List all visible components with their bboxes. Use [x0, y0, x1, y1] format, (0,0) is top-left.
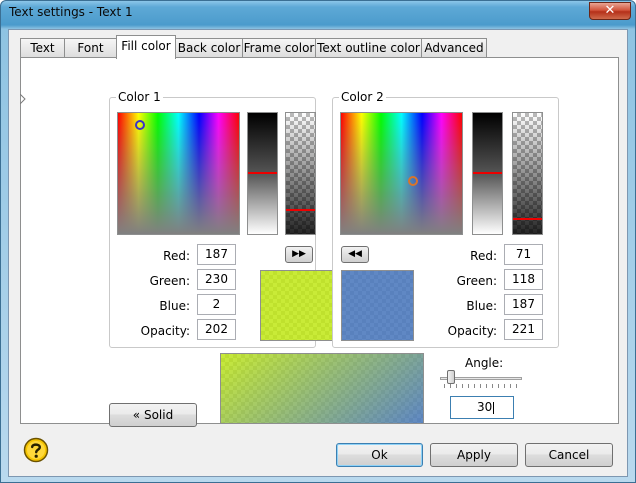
color1-picker-marker[interactable]	[135, 120, 145, 130]
color2-opacity-input[interactable]: 221	[504, 319, 543, 340]
tab-text-outline-color[interactable]: Text outline color	[315, 38, 422, 58]
color1-red-label: Red:	[163, 249, 190, 263]
angle-label: Angle:	[465, 356, 504, 370]
gradient-preview	[220, 353, 424, 424]
double-right-arrow-icon: ▶▶	[292, 249, 306, 259]
tab-advanced[interactable]: Advanced	[421, 38, 487, 58]
gradient-preview-fill	[221, 354, 423, 423]
tab-back-color[interactable]: Back color	[175, 38, 243, 58]
color2-title: Color 2	[339, 90, 386, 104]
color2-opacity-indicator[interactable]	[513, 218, 542, 220]
cancel-button[interactable]: Cancel	[525, 443, 613, 467]
color2-spectrum-picker[interactable]	[340, 112, 463, 235]
text-caret	[493, 401, 495, 414]
title-bar[interactable]: Text settings - Text 1 ✕	[1, 1, 635, 27]
fill-color-panel: Color 1 Red: 187 Green: 230 Blue: 2 Opac…	[20, 57, 619, 427]
color2-red-label: Red:	[470, 249, 497, 263]
close-icon: ✕	[604, 3, 616, 18]
color2-opacity-bar[interactable]	[512, 112, 543, 235]
color1-spectrum-picker[interactable]	[117, 112, 240, 235]
color2-picker-marker[interactable]	[408, 176, 418, 186]
angle-slider-thumb[interactable]	[447, 370, 455, 384]
color2-opacity-label: Opacity:	[447, 324, 497, 338]
copy-to-color1-button[interactable]: ◀◀	[341, 246, 369, 263]
dialog-window: Text settings - Text 1 ✕ Text Font Fill …	[0, 0, 636, 483]
window-title: Text settings - Text 1	[9, 5, 133, 19]
tab-fill-color[interactable]: Fill color	[116, 35, 176, 59]
color1-blue-label: Blue:	[159, 299, 190, 313]
color1-green-input[interactable]: 230	[197, 269, 236, 290]
tab-frame-color[interactable]: Frame color	[242, 38, 316, 58]
color1-blue-input[interactable]: 2	[197, 294, 236, 315]
color1-opacity-bar[interactable]	[285, 112, 316, 235]
color1-opacity-input[interactable]: 202	[197, 319, 236, 340]
color2-blue-input[interactable]: 187	[504, 294, 543, 315]
double-left-arrow-icon: ◀◀	[348, 249, 362, 259]
tab-font[interactable]: Font	[64, 38, 117, 58]
color1-brightness-indicator[interactable]	[248, 172, 277, 174]
close-button[interactable]: ✕	[589, 2, 631, 20]
color1-swatch-fill	[261, 271, 332, 340]
ok-button[interactable]: Ok	[336, 443, 423, 467]
dialog-client-area: Text Font Fill color Back color Frame co…	[8, 29, 628, 477]
color1-brightness-bar[interactable]	[247, 112, 278, 235]
color2-green-input[interactable]: 118	[504, 269, 543, 290]
color2-blue-label: Blue:	[466, 299, 497, 313]
color2-group: Color 2 ◀◀ Red: 71 Green: 118 Blue: 187 …	[332, 90, 559, 348]
copy-to-color2-button[interactable]: ▶▶	[285, 246, 313, 263]
color2-brightness-indicator[interactable]	[473, 172, 502, 174]
color1-title: Color 1	[116, 90, 163, 104]
color2-swatch-fill	[342, 271, 413, 340]
color2-green-label: Green:	[456, 274, 497, 288]
color1-red-input[interactable]: 187	[197, 244, 236, 265]
angle-input[interactable]: 30	[450, 396, 514, 419]
color2-swatch	[341, 270, 414, 341]
color1-swatch	[260, 270, 333, 341]
color2-brightness-bar[interactable]	[472, 112, 503, 235]
color1-opacity-label: Opacity:	[140, 324, 190, 338]
angle-slider-ticks	[444, 384, 520, 388]
color2-red-input[interactable]: 71	[504, 244, 543, 265]
help-question-icon[interactable]	[23, 437, 49, 463]
tab-text[interactable]: Text	[20, 38, 65, 58]
apply-button[interactable]: Apply	[430, 443, 518, 467]
angle-input-value: 30	[477, 400, 493, 414]
color1-opacity-indicator[interactable]	[286, 209, 315, 211]
solid-button[interactable]: « Solid	[109, 403, 197, 427]
expand-arrow-icon[interactable]	[20, 94, 26, 104]
color1-group: Color 1 Red: 187 Green: 230 Blue: 2 Opac…	[109, 90, 333, 348]
color1-green-label: Green:	[149, 274, 190, 288]
